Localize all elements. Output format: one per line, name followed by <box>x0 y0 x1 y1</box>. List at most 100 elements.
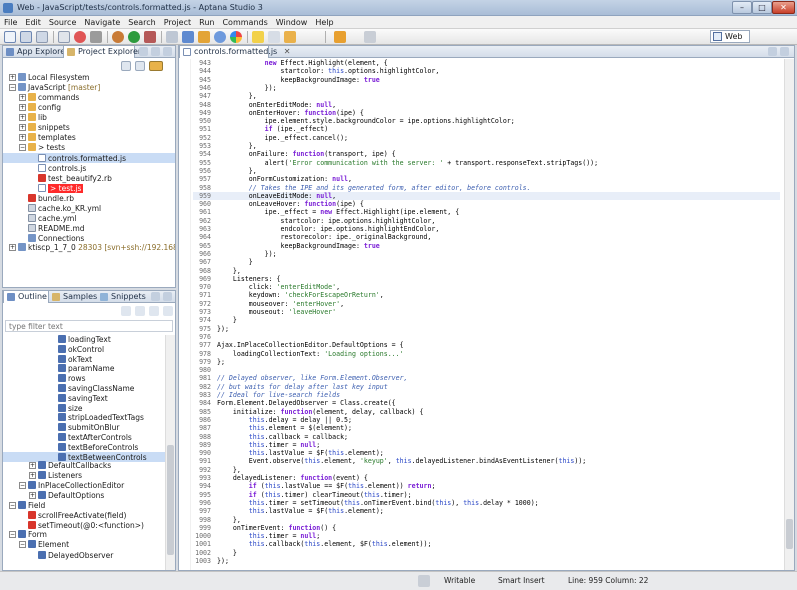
project-dropdown-icon[interactable] <box>149 61 163 71</box>
tree-item[interactable]: − Field <box>3 500 175 511</box>
code-line[interactable]: 972 mouseover: 'enterHover', <box>193 300 780 308</box>
menu-search[interactable]: Search <box>124 16 159 29</box>
tree-item[interactable]: savingClassName <box>3 383 175 393</box>
tree-item[interactable]: controls.js <box>3 163 175 173</box>
print-icon[interactable] <box>58 31 70 43</box>
code-line[interactable]: 988 this.callback = callback; <box>193 433 780 441</box>
tree-item[interactable]: − Element <box>3 539 175 550</box>
code-line[interactable]: 990 this.lastValue = $F(this.element); <box>193 449 780 457</box>
tree-item[interactable]: stripLoadedTextTags <box>3 412 175 422</box>
code-line[interactable]: 960 onLeaveHover: function(ipe) { <box>193 200 780 208</box>
code-line[interactable]: 974 } <box>193 316 780 324</box>
tree-item[interactable]: loadingText <box>3 334 175 344</box>
back-arrow-icon[interactable] <box>334 31 346 43</box>
minimize-editor-icon[interactable] <box>768 47 777 56</box>
code-line[interactable]: 945 keepBackgroundImage: true <box>193 76 780 84</box>
debug-icon[interactable] <box>112 31 124 43</box>
collapse-icon[interactable]: − <box>19 144 26 151</box>
code-line[interactable]: 994 if (this.lastValue == $F(this.elemen… <box>193 482 780 490</box>
expand-icon[interactable]: + <box>29 472 36 480</box>
code-line[interactable]: 963 endcolor: ipe.options.highlightEndCo… <box>193 225 780 233</box>
tree-item[interactable]: textBetweenControls <box>3 451 175 462</box>
tree-item[interactable]: setTimeout(@0:<function>) <box>3 520 175 530</box>
tree-item[interactable]: > test.js <box>3 183 175 193</box>
tree-item[interactable]: size <box>3 403 175 413</box>
tree-item[interactable]: test_beautify2.rb <box>3 173 175 183</box>
menu-edit[interactable]: Edit <box>21 16 45 29</box>
tree-item[interactable]: − InPlaceCollectionEditor <box>3 481 175 491</box>
tree-item[interactable]: − Form <box>3 530 175 540</box>
code-line[interactable]: 961 ipe._effect = new Effect.Highlight(i… <box>193 208 780 216</box>
tree-item[interactable]: + ktiscp_1_7_0 28303 [svn+ssh://192.168.1… <box>3 243 175 253</box>
code-editor[interactable]: 943 new Effect.Highlight(element, {944 s… <box>193 59 780 570</box>
code-line[interactable]: 957 onFormCustomization: null, <box>193 175 780 183</box>
perspective-web-button[interactable]: Web <box>710 30 750 43</box>
code-line[interactable]: 975}); <box>193 325 780 333</box>
expand-icon[interactable]: + <box>9 244 16 251</box>
code-line[interactable]: 979}; <box>193 358 780 366</box>
code-line[interactable]: 952 ipe._effect.cancel(); <box>193 134 780 142</box>
code-line[interactable]: 995 if (this.timer) clearTimeout(this.ti… <box>193 491 780 499</box>
expand-icon[interactable]: + <box>19 124 26 131</box>
folder-icon[interactable] <box>198 31 210 43</box>
tree-item[interactable]: paramName <box>3 363 175 373</box>
code-line[interactable]: 980 <box>193 366 780 374</box>
code-line[interactable]: 1002 } <box>193 549 780 557</box>
tree-item[interactable]: bundle.rb <box>3 193 175 203</box>
code-line[interactable]: 984 Form.Element.DelayedObserver = Class.… <box>193 399 780 407</box>
expand-icon[interactable]: + <box>29 491 36 499</box>
format-icon[interactable] <box>268 31 280 43</box>
collapse-icon[interactable]: − <box>9 84 16 91</box>
link-outline-icon[interactable] <box>149 306 159 316</box>
code-line[interactable]: 983 // Ideal for live-search fields <box>193 391 780 399</box>
collapse-icon[interactable]: − <box>19 540 26 548</box>
save-all-icon[interactable] <box>36 31 48 43</box>
code-line[interactable]: 987 this.element = $(element); <box>193 424 780 432</box>
code-line[interactable]: 958 // Takes the IPE and its generated f… <box>193 184 780 192</box>
menu-source[interactable]: Source <box>45 16 80 29</box>
outline-scrollbar[interactable] <box>165 335 175 570</box>
tree-item[interactable]: textBeforeControls <box>3 442 175 452</box>
code-line[interactable]: 946 }); <box>193 84 780 92</box>
code-line[interactable]: 996 this.timer = setTimeout(this.onTimer… <box>193 499 780 507</box>
menu-run[interactable]: Run <box>195 16 218 29</box>
code-line[interactable]: 977 Ajax.InPlaceCollectionEditor.DefaultO… <box>193 341 780 349</box>
settings-icon[interactable] <box>418 575 430 587</box>
expand-icon[interactable]: + <box>9 74 16 81</box>
tree-item[interactable]: DelayedObserver <box>3 550 175 560</box>
menu-help[interactable]: Help <box>311 16 337 29</box>
view-menu-icon[interactable] <box>163 47 172 56</box>
tab-snippets[interactable]: Snippets <box>97 291 147 303</box>
collapse-icon[interactable]: − <box>19 482 26 489</box>
tree-item[interactable]: textAfterControls <box>3 432 175 442</box>
menu-navigate[interactable]: Navigate <box>80 16 124 29</box>
maximize-button[interactable]: □ <box>752 1 772 14</box>
code-line[interactable]: 953 }, <box>193 142 780 150</box>
gear-icon[interactable] <box>135 61 145 71</box>
forward-arrow-icon[interactable] <box>364 31 376 43</box>
tree-item[interactable]: − > tests <box>3 143 175 153</box>
tree-item[interactable]: + Listeners <box>3 471 175 481</box>
minimize-button[interactable]: – <box>732 1 752 14</box>
wizard-icon[interactable] <box>182 31 194 43</box>
menu-project[interactable]: Project <box>160 16 195 29</box>
tree-item[interactable]: + templates <box>3 133 175 143</box>
menu-window[interactable]: Window <box>272 16 312 29</box>
new-file-icon[interactable] <box>4 31 16 43</box>
filter-icon[interactable] <box>121 61 131 71</box>
tree-item[interactable]: − JavaScript [master] <box>3 83 175 93</box>
expand-icon[interactable]: + <box>19 94 26 101</box>
code-line[interactable]: 970 click: 'enterEditMode', <box>193 283 780 291</box>
deploy-icon[interactable] <box>166 31 178 43</box>
code-line[interactable]: 949 onEnterHover: function(ipe) { <box>193 109 780 117</box>
tree-item[interactable]: controls.formatted.js <box>3 153 175 163</box>
collapse-icon[interactable]: − <box>9 531 16 538</box>
tree-item[interactable]: + DefaultCallbacks <box>3 461 175 471</box>
code-line[interactable]: 978 loadingCollectionText: 'Loading opti… <box>193 350 780 358</box>
tree-item[interactable]: okText <box>3 354 175 364</box>
tree-item[interactable]: Connections <box>3 233 175 243</box>
code-line[interactable]: 971 keydown: 'checkForEscapeOrReturn', <box>193 291 780 299</box>
tree-item[interactable]: README.md <box>3 223 175 233</box>
tree-item[interactable]: + lib <box>3 113 175 123</box>
code-line[interactable]: 948 onEnterEditMode: null, <box>193 101 780 109</box>
